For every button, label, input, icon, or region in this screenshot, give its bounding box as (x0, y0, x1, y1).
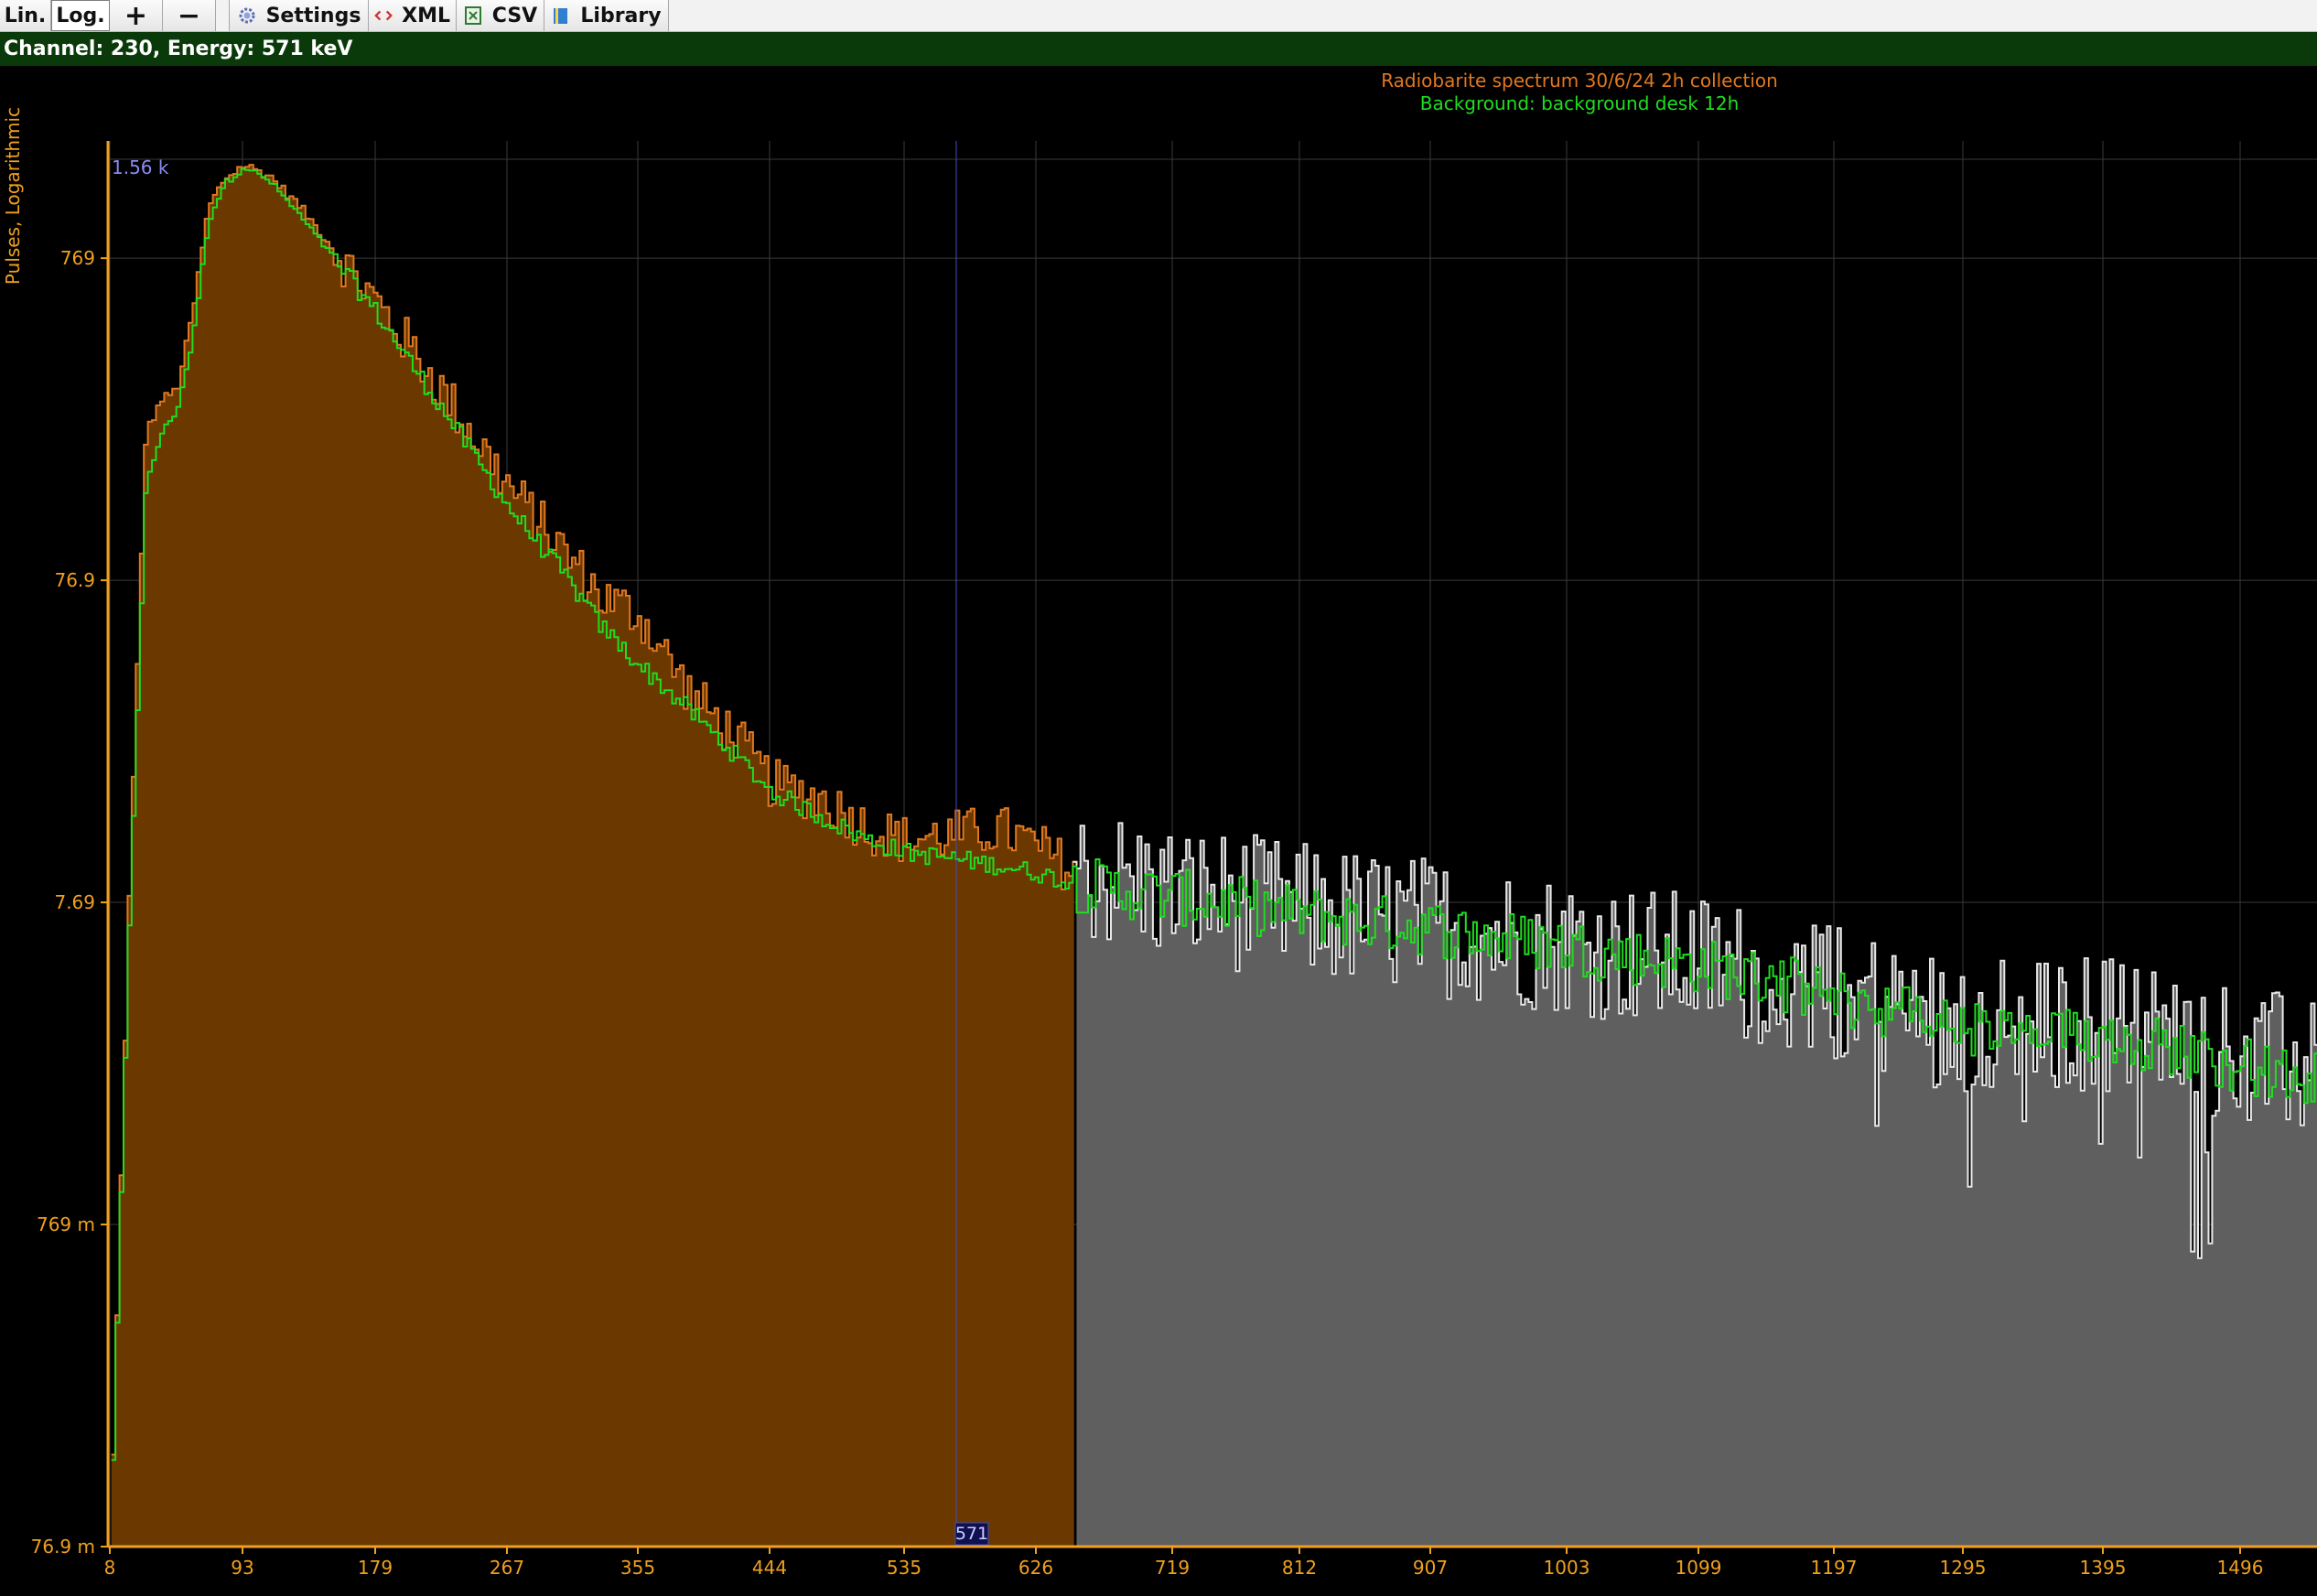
x-tick-label: 1496 (2217, 1557, 2264, 1579)
chart-legend: Radiobarite spectrum 30/6/24 2h collecti… (1381, 70, 1778, 114)
x-tick-label: 1395 (2080, 1557, 2127, 1579)
gear-icon (239, 7, 255, 24)
y-tick-label: 76.9 m (31, 1536, 95, 1558)
spreadsheet-icon (464, 6, 481, 25)
book-icon (554, 8, 568, 24)
y-tick-label: 769 m (37, 1213, 95, 1235)
x-tick-label: 444 (752, 1557, 787, 1579)
y-max-label: 1.56 k (112, 156, 169, 178)
settings-label: Settings (265, 4, 361, 27)
toolbar-separator (216, 0, 230, 31)
settings-button[interactable]: Settings (230, 0, 369, 31)
x-tick-label: 179 (358, 1557, 393, 1579)
code-icon (374, 10, 393, 21)
spectrum-fill-areas (111, 165, 2317, 1547)
linear-scale-button[interactable]: Lin. (0, 0, 51, 31)
toolbar-filler (669, 0, 2317, 31)
csv-button[interactable]: CSV (457, 0, 544, 31)
legend-spectrum: Radiobarite spectrum 30/6/24 2h collecti… (1381, 70, 1778, 92)
x-tick-label: 355 (620, 1557, 655, 1579)
x-tick-label: 719 (1155, 1557, 1190, 1579)
x-tick-label: 1295 (1940, 1557, 1987, 1579)
channel-energy-readout: Channel: 230, Energy: 571 keV (4, 38, 353, 60)
x-tick-label: 1003 (1544, 1557, 1590, 1579)
x-tick-label: 93 (231, 1557, 253, 1579)
x-tick-label: 1099 (1676, 1557, 1722, 1579)
zoom-in-button[interactable]: + (110, 0, 163, 32)
xml-button[interactable]: XML (369, 0, 457, 31)
x-tick-label: 1197 (1811, 1557, 1858, 1579)
zoom-out-button[interactable]: − (163, 0, 216, 32)
log-scale-button[interactable]: Log. (51, 0, 110, 31)
y-tick-label: 7.69 (54, 891, 95, 913)
unselected-region-fill (1076, 823, 2317, 1547)
legend-background: Background: background desk 12h (1420, 92, 1740, 114)
y-axis-title: Pulses, Logarithmic (2, 107, 24, 285)
csv-label: CSV (491, 4, 538, 27)
spectrum-chart[interactable]: 571 76.9 m 769 m 7.69 76.9 769 8 93 179 267 355 44… (0, 66, 2317, 1596)
y-tick-label: 76.9 (54, 569, 95, 591)
status-bar: Channel: 230, Energy: 571 keV (0, 32, 2317, 66)
library-button[interactable]: Library (544, 0, 669, 31)
cursor-label: 571 (955, 1524, 988, 1544)
x-tick-label: 812 (1282, 1557, 1317, 1579)
library-label: Library (580, 4, 662, 27)
x-tick-label: 8 (104, 1557, 116, 1579)
x-tick-label: 535 (887, 1557, 921, 1579)
x-tick-label: 907 (1413, 1557, 1448, 1579)
toolbar: Lin. Log. + − Settings XML CSV Library (0, 0, 2317, 32)
x-tick-label: 267 (490, 1557, 524, 1579)
xml-label: XML (402, 4, 450, 27)
y-tick-label: 769 (60, 247, 95, 269)
x-tick-label: 626 (1018, 1557, 1053, 1579)
